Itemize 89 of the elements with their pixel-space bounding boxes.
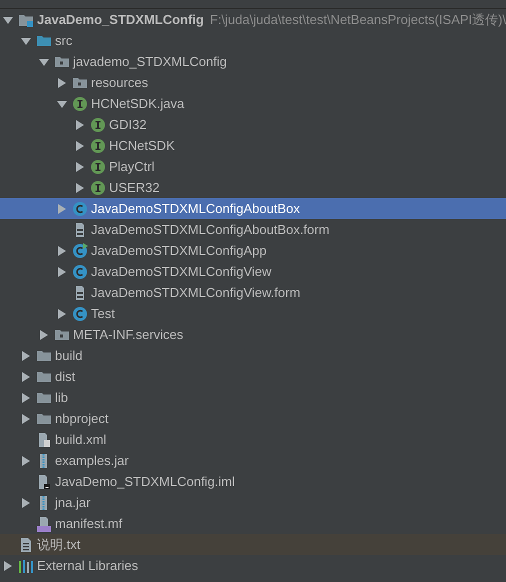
tree-row[interactable]: build.xml xyxy=(0,429,506,450)
expand-arrow-icon[interactable] xyxy=(21,456,31,466)
collapse-arrow-icon[interactable] xyxy=(57,98,67,108)
tree-row[interactable]: resources xyxy=(0,72,506,93)
item-label: META-INF.services xyxy=(73,326,184,344)
expand-arrow-icon[interactable] xyxy=(57,308,67,318)
tree-row[interactable]: manifest.mf xyxy=(0,513,506,534)
expand-arrow-icon[interactable] xyxy=(75,120,85,130)
item-label: JavaDemoSTDXMLConfigApp xyxy=(91,242,267,260)
tree-row[interactable]: javademo_STDXMLConfig xyxy=(0,51,506,72)
item-label: JavaDemo_STDXMLConfig.iml xyxy=(55,472,235,491)
item-label: 说明.txt xyxy=(37,536,80,554)
item-label: dist xyxy=(55,368,76,386)
collapse-arrow-icon[interactable] xyxy=(3,14,13,24)
tree-row[interactable]: JavaDemoSTDXMLConfigAboutBox.form xyxy=(0,219,506,240)
item-label: HCNetSDK xyxy=(109,136,175,155)
expand-arrow-icon[interactable] xyxy=(39,330,49,340)
file-icon xyxy=(36,432,52,448)
tree-row[interactable]: External Libraries xyxy=(0,555,506,576)
tree-row[interactable]: 说明.txt xyxy=(0,534,506,555)
expand-arrow-icon[interactable] xyxy=(21,350,31,360)
tree-row[interactable]: Test xyxy=(0,303,506,324)
interface-icon xyxy=(90,158,106,174)
expand-arrow-icon[interactable] xyxy=(57,78,67,88)
tree-row[interactable]: JavaDemoSTDXMLConfigApp xyxy=(0,240,506,261)
item-label: External Libraries xyxy=(37,556,138,575)
tree-row[interactable]: JavaDemo_STDXMLConfig.iml xyxy=(0,471,506,492)
expand-arrow-icon[interactable] xyxy=(57,246,67,256)
item-label: lib xyxy=(55,388,68,407)
tree-row[interactable]: HCNetSDK.java xyxy=(0,93,506,114)
class-icon xyxy=(72,264,88,280)
tree-row[interactable]: nbproject xyxy=(0,408,506,429)
item-label: PlayCtrl xyxy=(109,158,155,176)
expand-arrow-icon[interactable] xyxy=(75,162,85,172)
expand-arrow-icon[interactable] xyxy=(3,560,13,570)
expand-arrow-icon[interactable] xyxy=(21,498,31,508)
item-label: javademo_STDXMLConfig xyxy=(73,52,227,71)
item-label: JavaDemo_STDXMLConfig xyxy=(37,10,204,29)
tree-row[interactable]: jna.jar xyxy=(0,492,506,513)
tree-row[interactable]: GDI32 xyxy=(0,114,506,135)
tree-row[interactable]: examples.jar xyxy=(0,450,506,471)
item-label: JavaDemoSTDXMLConfigView.form xyxy=(91,284,300,302)
tree-row[interactable]: USER32 xyxy=(0,177,506,198)
item-label: manifest.mf xyxy=(55,514,122,533)
tree-row[interactable]: JavaDemoSTDXMLConfigView xyxy=(0,261,506,282)
file-icon xyxy=(36,474,52,490)
file-icon xyxy=(18,536,34,552)
item-label: jna.jar xyxy=(55,494,90,512)
library-icon xyxy=(18,558,34,574)
tree-row[interactable]: src xyxy=(0,30,506,51)
class-icon xyxy=(72,200,88,216)
interface-icon xyxy=(90,180,106,196)
interface-icon xyxy=(72,96,88,112)
tree-row[interactable]: JavaDemo_STDXMLConfig F:\juda\juda\test\test\NetBeansProjects(ISAPI透传)\ xyxy=(0,9,506,30)
tree-row[interactable]: JavaDemoSTDXMLConfigView.form xyxy=(0,282,506,303)
item-label: JavaDemoSTDXMLConfigAboutBox.form xyxy=(91,220,330,239)
tree-row[interactable]: PlayCtrl xyxy=(0,156,506,177)
expand-arrow-icon[interactable] xyxy=(21,372,31,382)
tree-row[interactable]: JavaDemoSTDXMLConfigAboutBox xyxy=(0,198,506,219)
tree-row[interactable]: HCNetSDK xyxy=(0,135,506,156)
item-label: JavaDemoSTDXMLConfigView xyxy=(91,262,272,281)
item-label: nbproject xyxy=(55,410,108,428)
interface-icon xyxy=(90,138,106,154)
class-icon xyxy=(72,242,88,258)
tree-row[interactable]: META-INF.services xyxy=(0,324,506,345)
item-label: resources xyxy=(91,74,148,92)
item-label: build xyxy=(55,346,82,365)
expand-arrow-icon[interactable] xyxy=(75,140,85,150)
item-label: src xyxy=(55,32,72,50)
tree-row[interactable]: build xyxy=(0,345,506,366)
class-icon xyxy=(72,306,88,322)
expand-arrow-icon[interactable] xyxy=(57,266,67,276)
item-label: HCNetSDK.java xyxy=(91,94,184,113)
expand-arrow-icon[interactable] xyxy=(21,414,31,424)
item-label: USER32 xyxy=(109,178,160,197)
item-label: GDI32 xyxy=(109,116,147,134)
item-label: Test xyxy=(91,304,115,323)
expand-arrow-icon[interactable] xyxy=(21,392,31,402)
project-path: F:\juda\juda\test\test\NetBeansProjects(ISAPI透传)\ xyxy=(210,10,506,29)
interface-icon xyxy=(90,116,106,132)
item-label: examples.jar xyxy=(55,452,129,470)
item-label: JavaDemoSTDXMLConfigAboutBox xyxy=(91,200,300,218)
tree-row[interactable]: dist xyxy=(0,366,506,387)
collapse-arrow-icon[interactable] xyxy=(39,56,49,66)
tree-row[interactable]: lib xyxy=(0,387,506,408)
manifest-icon xyxy=(36,516,52,532)
item-label: build.xml xyxy=(55,430,106,449)
collapse-arrow-icon[interactable] xyxy=(21,36,31,46)
expand-arrow-icon[interactable] xyxy=(75,182,85,192)
